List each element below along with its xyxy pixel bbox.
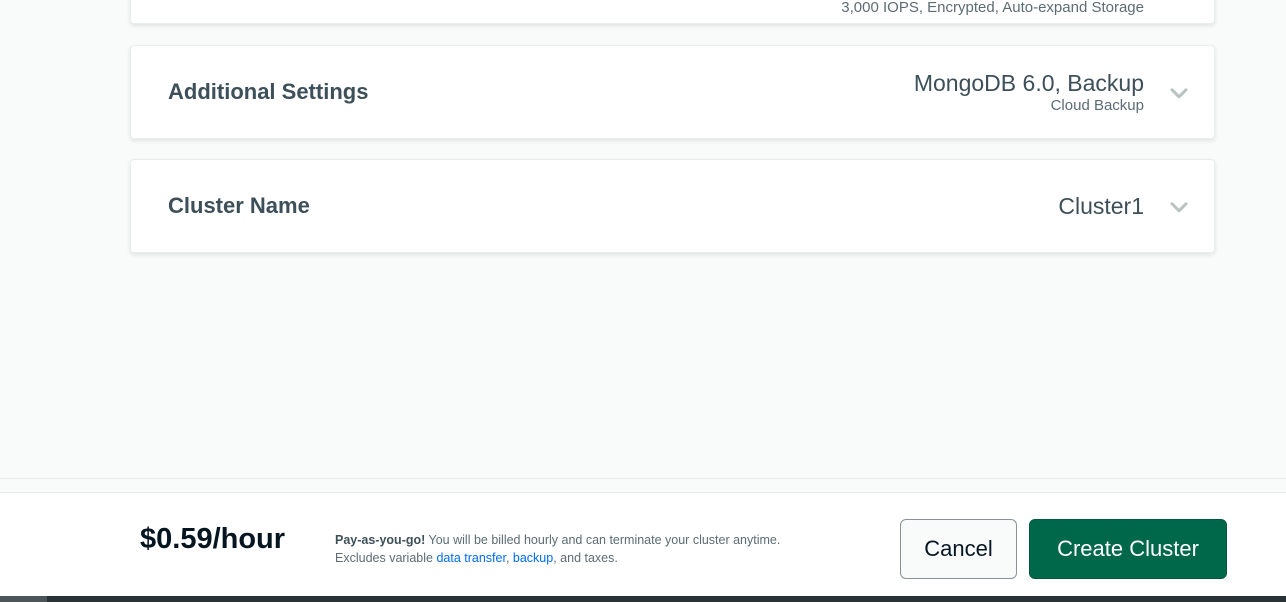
cluster-name-header[interactable]: Cluster Name Cluster1 [131, 160, 1214, 252]
cluster-name-summary: Cluster1 [1058, 192, 1144, 220]
additional-settings-summary-main: MongoDB 6.0, Backup [913, 70, 1144, 96]
storage-summary: 3,000 IOPS, Encrypted, Auto-expand Stora… [841, 0, 1144, 16]
additional-settings-summary: MongoDB 6.0, Backup Cloud Backup [914, 69, 1144, 115]
billing-note-text: You will be billed hourly and can termin… [425, 533, 781, 547]
footer-bar: $0.59/hour Pay-as-you-go! You will be bi… [0, 492, 1286, 596]
cluster-name-value: Cluster1 [1058, 193, 1144, 219]
taskbar-strip [0, 596, 1286, 602]
billing-note-line1: Pay-as-you-go! You will be billed hourly… [335, 531, 780, 549]
create-cluster-button[interactable]: Create Cluster [1029, 519, 1227, 579]
storage-card[interactable]: 3,000 IOPS, Encrypted, Auto-expand Stora… [130, 0, 1215, 24]
billing-note-separator: , [505, 551, 513, 565]
data-transfer-link[interactable]: data transfer [436, 551, 506, 565]
billing-note-strong: Pay-as-you-go! [335, 533, 426, 547]
cancel-button[interactable]: Cancel [900, 519, 1017, 579]
additional-settings-header[interactable]: Additional Settings MongoDB 6.0, Backup … [131, 46, 1214, 138]
cluster-config-page: 3,000 IOPS, Encrypted, Auto-expand Stora… [0, 0, 1286, 602]
backup-link[interactable]: backup [513, 551, 553, 565]
hourly-price: $0.59/hour [140, 523, 286, 555]
cluster-name-title: Cluster Name [168, 193, 310, 218]
chevron-down-icon[interactable] [1170, 88, 1188, 100]
billing-note: Pay-as-you-go! You will be billed hourly… [335, 531, 780, 567]
additional-settings-title: Additional Settings [168, 79, 369, 104]
billing-note-line2: Excludes variable data transfer, backup,… [335, 549, 780, 567]
footer-divider [0, 478, 1286, 479]
chevron-down-icon[interactable] [1170, 202, 1188, 214]
billing-note-prefix: Excludes variable [335, 551, 437, 565]
taskbar-strip-left [0, 596, 47, 602]
additional-settings-summary-sub: Cloud Backup [1050, 97, 1144, 114]
billing-note-suffix: , and taxes. [553, 551, 618, 565]
additional-settings-card: Additional Settings MongoDB 6.0, Backup … [130, 45, 1215, 139]
cluster-name-card: Cluster Name Cluster1 [130, 159, 1215, 253]
